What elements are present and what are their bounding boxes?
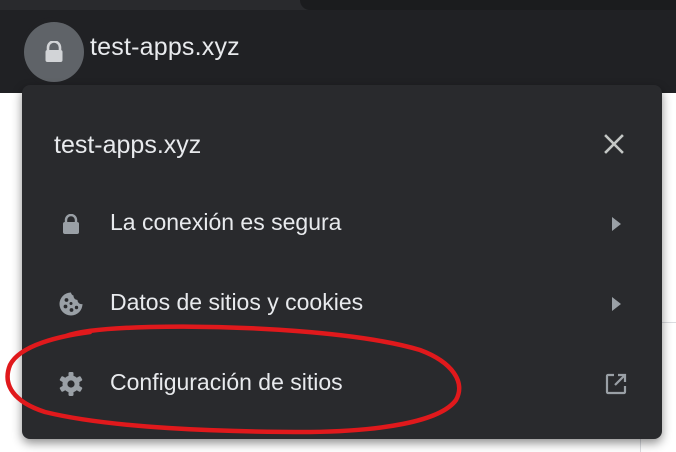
site-settings-item[interactable]: Configuración de sitios (22, 344, 662, 424)
lock-icon (58, 210, 84, 238)
close-button[interactable] (594, 129, 634, 159)
address-bar-url[interactable]: test-apps.xyz (90, 33, 240, 62)
site-settings-label: Configuración de sitios (110, 369, 343, 395)
site-info-button[interactable] (24, 22, 84, 82)
tab-strip-shade (300, 0, 676, 10)
chevron-right-icon (604, 292, 628, 316)
browser-window: test-apps.xyz test-apps.xyz La conexión … (0, 0, 676, 452)
popup-title: test-apps.xyz (54, 131, 202, 159)
lock-icon (45, 41, 63, 62)
connection-secure-item[interactable]: La conexión es segura (22, 184, 662, 264)
gear-icon (58, 370, 84, 398)
site-data-cookies-item[interactable]: Datos de sitios y cookies (22, 264, 662, 344)
site-data-cookies-label: Datos de sitios y cookies (110, 289, 364, 315)
cookie-icon (58, 290, 84, 318)
chevron-right-icon (604, 212, 628, 236)
connection-secure-label: La conexión es segura (110, 209, 342, 235)
close-icon (604, 134, 624, 154)
site-info-popup: test-apps.xyz La conexión es segura Dato… (22, 85, 662, 439)
external-link-icon (604, 372, 628, 396)
